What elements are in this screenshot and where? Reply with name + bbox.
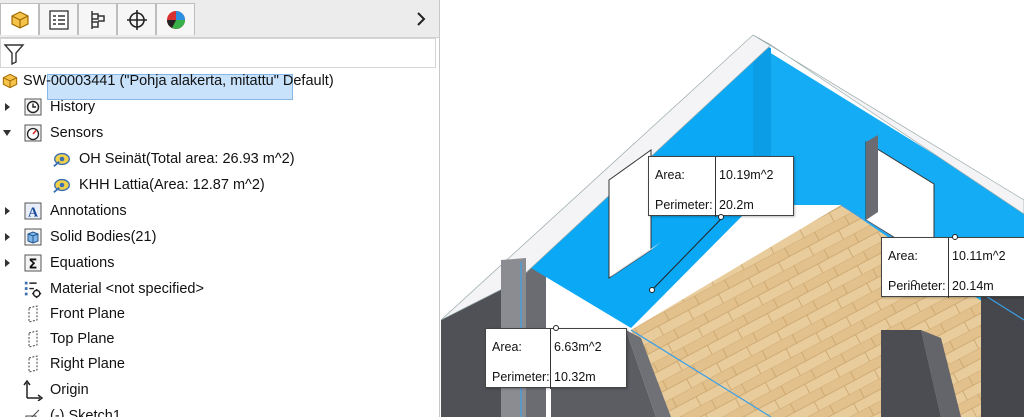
- tree-item-material[interactable]: Material <not specified>: [0, 276, 439, 301]
- tree-item-equations[interactable]: Σ Equations: [0, 250, 439, 275]
- leader-anchor-dot[interactable]: [553, 325, 559, 331]
- sensor-gauge-icon: [23, 123, 43, 143]
- filter-funnel-icon[interactable]: [3, 42, 25, 66]
- display-manager-tab[interactable]: [156, 3, 195, 35]
- tree-item-label: Front Plane: [50, 305, 125, 322]
- annotation-a-icon: A: [23, 201, 43, 221]
- tree-item-top-plane[interactable]: Top Plane: [0, 326, 439, 351]
- tree-item-sensor-oh-seinat[interactable]: OH Seinät(Total area: 26.93 m^2): [0, 146, 439, 171]
- manager-tab-bar: [0, 0, 439, 38]
- tree-item-label: Annotations: [50, 202, 127, 219]
- history-clock-icon: [23, 97, 43, 117]
- part-cube-icon: [0, 71, 20, 91]
- measure-callout-2[interactable]: Area: 10.11m^2 Perimeter: 20.14m: [881, 237, 1024, 298]
- tree-item-label: History: [50, 98, 96, 115]
- graphics-viewport[interactable]: Area: 10.19m^2 Perimeter: 20.2m Area: 10…: [441, 0, 1024, 417]
- expand-arrow-icon[interactable]: [3, 232, 13, 242]
- perimeter-value: 10.32m: [554, 370, 596, 384]
- tree-item-label: Material <not specified>: [50, 280, 204, 297]
- tree-item-label: Sensors: [50, 124, 104, 141]
- sigma-icon: Σ: [23, 253, 43, 273]
- expand-arrow-icon[interactable]: [3, 206, 13, 216]
- plane-icon: [23, 354, 43, 374]
- tree-item-label: Top Plane: [50, 330, 115, 347]
- measure-sensor-icon: [52, 175, 72, 195]
- measure-callout-3[interactable]: Area: 6.63m^2 Perimeter: 10.32m: [485, 328, 627, 389]
- propertymanager-tab[interactable]: [39, 3, 78, 35]
- featuremanager-tab[interactable]: [0, 3, 39, 35]
- perimeter-label: Perimeter:: [655, 198, 713, 212]
- tree-filter-bar[interactable]: [0, 38, 436, 68]
- solid-body-icon: [23, 227, 43, 247]
- tree-item-history[interactable]: History: [0, 94, 439, 119]
- tree-item-annotations[interactable]: A Annotations: [0, 198, 439, 223]
- tree-root-label: SW-00003441 ("Pohja alakerta, mitattu" D…: [23, 72, 334, 89]
- area-label: Area:: [492, 340, 522, 354]
- area-value: 10.19m^2: [719, 168, 774, 182]
- material-icon: [23, 279, 43, 299]
- area-label: Area:: [655, 168, 685, 182]
- tree-root-part[interactable]: SW-00003441 ("Pohja alakerta, mitattu" D…: [0, 68, 439, 93]
- property-list-icon: [48, 9, 69, 30]
- configuration-icon: [90, 10, 105, 29]
- sketch-icon: [23, 406, 43, 417]
- origin-axes-icon: [23, 379, 43, 401]
- tree-item-label: Solid Bodies(21): [50, 228, 157, 245]
- expand-arrow-icon[interactable]: [3, 258, 13, 268]
- tree-item-origin[interactable]: Origin: [0, 377, 439, 402]
- crosshair-icon: [126, 9, 147, 30]
- tree-item-label: Right Plane: [50, 355, 125, 372]
- tree-item-right-plane[interactable]: Right Plane: [0, 351, 439, 376]
- area-label: Area:: [888, 249, 918, 263]
- svg-text:Σ: Σ: [29, 257, 38, 272]
- feature-manager-panel: SW-00003441 ("Pohja alakerta, mitattu" D…: [0, 0, 440, 417]
- tree-item-front-plane[interactable]: Front Plane: [0, 301, 439, 326]
- area-value: 6.63m^2: [554, 340, 602, 354]
- tree-item-label: OH Seinät(Total area: 26.93 m^2): [79, 150, 295, 167]
- area-value: 10.11m^2: [952, 249, 1006, 263]
- tree-item-solid-bodies[interactable]: Solid Bodies(21): [0, 224, 439, 249]
- perimeter-value: 20.2m: [719, 198, 754, 212]
- part-cube-icon: [10, 10, 29, 29]
- measure-callout-1[interactable]: Area: 10.19m^2 Perimeter: 20.2m: [648, 156, 794, 217]
- leader-anchor-dot[interactable]: [649, 287, 655, 293]
- plane-icon: [23, 304, 43, 324]
- appearance-sphere-icon: [166, 10, 185, 29]
- tree-item-label: KHH Lattia(Area: 12.87 m^2): [79, 176, 265, 193]
- perimeter-value: 20.14m: [952, 279, 994, 293]
- expand-arrow-icon[interactable]: [3, 102, 13, 112]
- dimxpert-tab[interactable]: [117, 3, 156, 35]
- tree-item-label: (-) Sketch1: [50, 407, 121, 417]
- plane-icon: [23, 329, 43, 349]
- tree-item-sensor-khh-lattia[interactable]: KHH Lattia(Area: 12.87 m^2): [0, 172, 439, 197]
- tree-item-sensors[interactable]: Sensors: [0, 120, 439, 145]
- configurationmanager-tab[interactable]: [78, 3, 117, 35]
- tree-item-label: Equations: [50, 254, 115, 271]
- tree-item-sketch1[interactable]: (-) Sketch1: [0, 403, 439, 417]
- chevron-right-icon[interactable]: [412, 8, 430, 30]
- tree-item-label: Origin: [50, 381, 89, 398]
- collapse-arrow-icon[interactable]: [2, 128, 12, 138]
- measure-sensor-icon: [52, 149, 72, 169]
- leader-anchor-dot[interactable]: [952, 234, 958, 240]
- perimeter-label: Perimeter:: [492, 370, 550, 384]
- leader-anchor-dot[interactable]: [718, 214, 724, 220]
- svg-text:A: A: [28, 205, 39, 220]
- leader-anchor-dot[interactable]: [911, 280, 917, 286]
